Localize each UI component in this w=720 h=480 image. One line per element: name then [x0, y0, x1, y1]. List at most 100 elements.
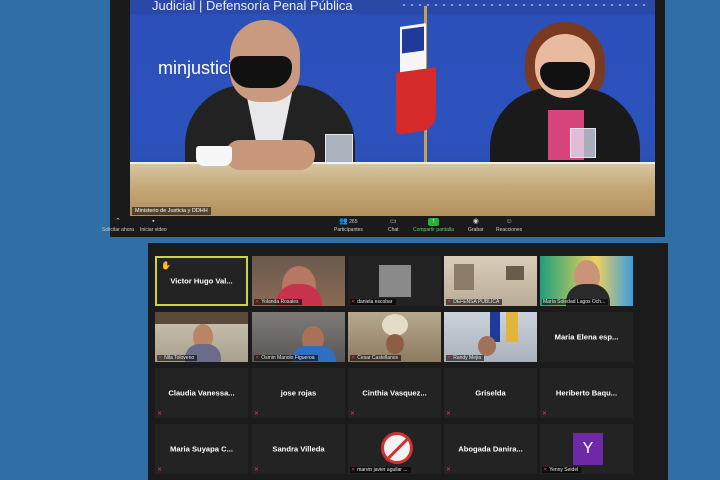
participant-name: Yenny Seidel: [549, 467, 579, 473]
participant-tile[interactable]: ✕ Yolanda Rosales: [252, 256, 345, 306]
participant-name: Randy Mejia: [453, 355, 481, 361]
chevron-up-icon: ⌃: [115, 218, 121, 225]
participant-name: Yolanda Rosales: [261, 299, 299, 305]
participants-icon: 👥 265: [339, 218, 358, 225]
start-video-label: Iniciar video: [140, 227, 167, 233]
video-off-icon: ▪: [152, 218, 155, 225]
share-screen-icon: ↑: [427, 218, 439, 226]
placeholder-image: [379, 265, 411, 297]
record-button[interactable]: ◉ Grabar: [468, 218, 484, 233]
muted-mic-icon: ✕: [542, 411, 548, 417]
participant-name: Abogada Danira...: [458, 444, 523, 454]
share-screen-label: Compartir pantalla: [413, 227, 454, 233]
participant-tile[interactable]: ✋ Victor Hugo Val...: [155, 256, 248, 306]
request-button[interactable]: ⌃ Solicitar ahora: [102, 218, 134, 233]
speaker-view-window: Judicial | Defensoría Penal Pública minj…: [102, 0, 665, 237]
participant-tile[interactable]: Maria Suyapa C... ✕: [155, 424, 248, 474]
muted-mic-icon: ✕: [446, 467, 452, 473]
chat-icon: ▭: [389, 218, 397, 225]
muted-mic-icon: ✕: [447, 355, 452, 361]
speaker-name-tag: Ministerio de Justicia y DDHH: [132, 207, 211, 215]
water-glass-left: [325, 134, 353, 164]
avatar: Y: [573, 433, 603, 465]
record-label: Grabar: [468, 227, 484, 233]
participant-tile[interactable]: ✕ daniela escobar: [348, 256, 441, 306]
raised-hand-icon: ✋: [161, 261, 171, 270]
participant-name: Maria Suyapa C...: [170, 444, 233, 454]
participant-name: daniela escobar: [357, 299, 393, 305]
participant-name-tag: ✕ Nila Toloveno: [157, 355, 198, 361]
participant-name: DEFENSA PUBLICA: [453, 299, 500, 305]
participant-tile[interactable]: jose rojas ✕: [252, 368, 345, 418]
coffee-cup: [196, 146, 232, 166]
participant-tile[interactable]: ✕ Randy Mejia: [444, 312, 537, 362]
muted-mic-icon: ✕: [351, 299, 356, 305]
participant-tile[interactable]: Sandra Villeda ✕: [252, 424, 345, 474]
background-shelf: [155, 312, 248, 324]
participant-tile[interactable]: ✕ marvin javier aguilar ...: [348, 424, 441, 474]
participant-name: Cinthia Vasquez...: [362, 388, 427, 398]
request-label: Solicitar ahora: [102, 227, 134, 233]
muted-mic-icon: ✕: [350, 411, 356, 417]
muted-mic-icon: ✕: [543, 467, 548, 473]
participant-name-tag: ✕ daniela escobar: [350, 299, 396, 305]
participant-name-tag: María Soledad Lagos Och...: [542, 299, 609, 305]
active-speaker-video: Judicial | Defensoría Penal Pública minj…: [130, 0, 655, 216]
muted-mic-icon: ✕: [157, 411, 163, 417]
muted-mic-icon: ✕: [158, 355, 163, 361]
participant-name: Nila Toloveno: [164, 355, 195, 361]
banner-text: Judicial | Defensoría Penal Pública: [152, 0, 353, 13]
chile-flag-red: [396, 67, 436, 135]
record-icon: ◉: [472, 218, 479, 225]
participant-face: [478, 336, 496, 356]
participant-name-tag: ✕ DEFENSA PUBLICA: [446, 299, 503, 305]
participant-name: jose rojas: [280, 388, 317, 398]
reactions-button[interactable]: ☺ Reacciones: [496, 218, 522, 233]
start-video-button[interactable]: ▪ Iniciar video: [140, 218, 167, 233]
chat-button[interactable]: ▭ Chat: [388, 218, 399, 233]
participant-name-tag: ✕ Cesar Castellanos: [350, 355, 402, 361]
muted-mic-icon: ✕: [254, 467, 260, 473]
participant-name: Griselda: [475, 388, 506, 398]
participant-tile[interactable]: ✕ Nila Toloveno: [155, 312, 248, 362]
participant-tile[interactable]: Y ✕ Yenny Seidel: [540, 424, 633, 474]
chile-flag-blue: [402, 26, 424, 54]
participant-tile[interactable]: Abogada Danira... ✕: [444, 424, 537, 474]
participant-name-tag: ✕ Randy Mejia: [446, 355, 484, 361]
participant-name: Heriberto Baqu...: [555, 388, 618, 398]
participant-name: Maria Elena esp...: [554, 332, 619, 342]
muted-mic-icon: ✕: [255, 355, 260, 361]
participants-button[interactable]: 👥 265 Participantes: [334, 218, 363, 233]
water-glass-right: [570, 128, 596, 158]
participant-face: [386, 334, 404, 354]
participant-tile[interactable]: Claudia Vanessa... ✕: [155, 368, 248, 418]
participant-tile[interactable]: ✕ Osmin Manolo Figueroa: [252, 312, 345, 362]
participant-tile[interactable]: ✕ Cesar Castellanos: [348, 312, 441, 362]
participants-count: 265: [349, 219, 358, 225]
participant-tile[interactable]: ✕ DEFENSA PUBLICA: [444, 256, 537, 306]
participant-name-tag: ✕ marvin javier aguilar ...: [350, 467, 411, 473]
participant-name: María Soledad Lagos Och...: [543, 299, 606, 305]
muted-mic-icon: ✕: [254, 411, 260, 417]
participant-name: marvin javier aguilar ...: [357, 467, 408, 473]
muted-mic-icon: ✕: [351, 355, 356, 361]
reactions-label: Reacciones: [496, 227, 523, 233]
muted-mic-icon: ✕: [447, 299, 452, 305]
participant-tile[interactable]: Maria Elena esp...: [540, 312, 633, 362]
muted-mic-icon: ✕: [351, 467, 356, 473]
chat-label: Chat: [388, 227, 399, 233]
participant-tile[interactable]: Griselda ✕: [444, 368, 537, 418]
participant-tile[interactable]: Cinthia Vasquez... ✕: [348, 368, 441, 418]
participant-name: Osmin Manolo Figueroa: [261, 355, 315, 361]
participant-name: Sandra Villeda: [272, 444, 325, 454]
participant-tile[interactable]: María Soledad Lagos Och...: [540, 256, 633, 306]
no-video-sign-icon: [381, 432, 413, 464]
share-screen-button[interactable]: ↑ Compartir pantalla: [413, 218, 454, 233]
meeting-toolbar: ⌃ Solicitar ahora ▪ Iniciar video 👥 265 P…: [102, 216, 665, 237]
participant-name-tag: ✕ Yolanda Rosales: [254, 299, 302, 305]
speaker-left-hands: [225, 140, 315, 170]
participant-name-tag: ✕ Yenny Seidel: [542, 467, 582, 473]
muted-mic-icon: ✕: [255, 299, 260, 305]
participant-tile[interactable]: Heriberto Baqu... ✕: [540, 368, 633, 418]
speaker-left-mask: [230, 56, 292, 88]
